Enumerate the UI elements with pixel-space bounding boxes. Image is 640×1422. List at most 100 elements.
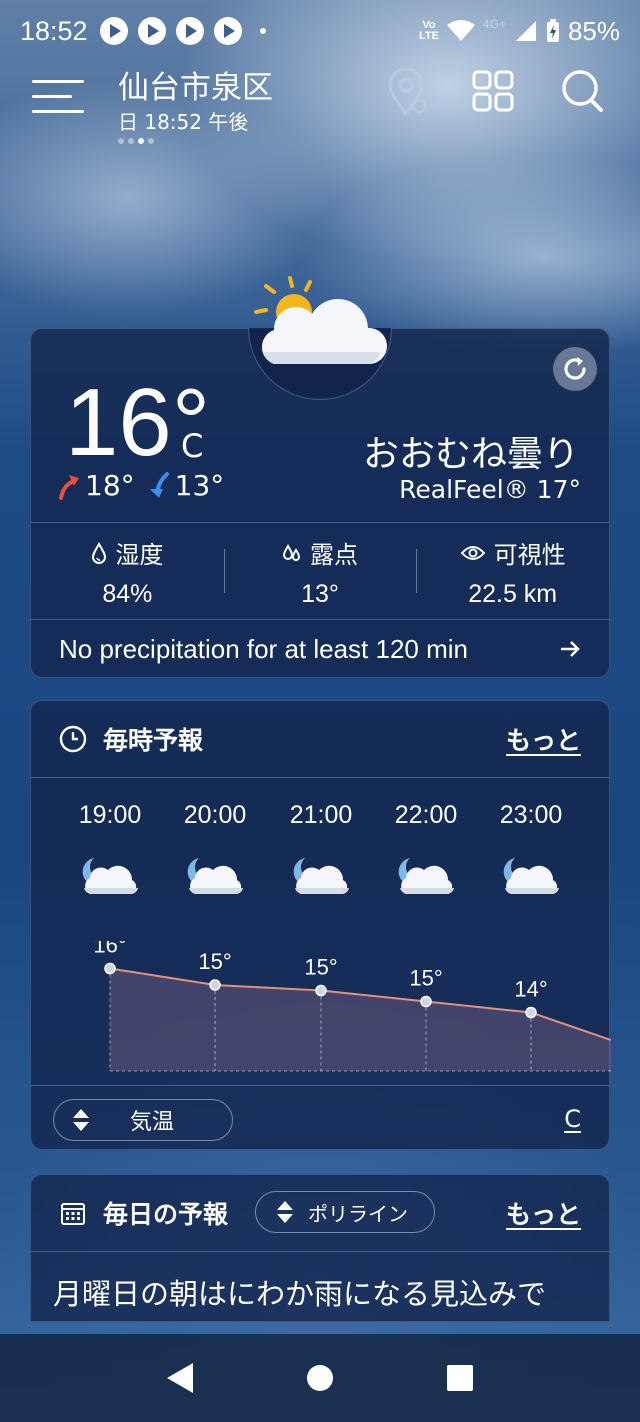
metric-value: 84% <box>102 580 153 608</box>
temperature-point <box>209 979 221 991</box>
night-cloudy-icon <box>503 858 559 894</box>
calendar-icon <box>61 1203 85 1225</box>
hour-column[interactable]: 21:00 <box>268 801 374 902</box>
play-notification-icon <box>213 17 242 45</box>
more-notifications-icon <box>259 28 266 34</box>
hour-time: 21:00 <box>289 801 353 829</box>
local-datetime: 日 18:52 午後 <box>118 110 249 134</box>
unit-toggle[interactable]: C <box>564 1105 581 1133</box>
refresh-icon <box>564 357 586 380</box>
hour-column[interactable]: 22:00 <box>373 801 479 902</box>
back-button[interactable] <box>167 1363 193 1393</box>
pager-dot-active <box>138 138 144 144</box>
metric-selector[interactable]: 気温 <box>53 1099 233 1141</box>
arrow-right-icon <box>561 641 580 657</box>
temperature-point <box>315 984 327 997</box>
temperature-label: 15° <box>409 966 442 991</box>
humidity-drop-icon <box>92 541 107 564</box>
signal-icon <box>515 21 536 41</box>
location-pager <box>118 138 154 144</box>
hour-time: 20:00 <box>183 801 247 829</box>
recents-button[interactable] <box>447 1365 473 1391</box>
widgets-button[interactable] <box>472 70 514 116</box>
location-pin-icon <box>388 67 426 117</box>
location-name[interactable]: 仙台市泉区 <box>118 62 273 107</box>
pager-dot <box>148 138 154 144</box>
daily-view-selector[interactable]: ポリライン <box>255 1191 435 1233</box>
status-bar: 18:52 Vo LTE 4G+ 85% <box>0 0 640 62</box>
sort-arrows-icon <box>73 1109 89 1131</box>
play-notification-icon <box>99 17 128 45</box>
menu-icon <box>32 80 84 83</box>
night-cloudy-icon <box>187 858 243 894</box>
wifi-icon <box>446 20 475 41</box>
battery-charging-icon <box>546 19 559 42</box>
hour-time: 19:00 <box>78 801 142 829</box>
status-time: 18:52 <box>20 15 88 46</box>
pager-dot <box>118 138 124 144</box>
realfeel-temperature: RealFeel® 17° <box>399 475 581 504</box>
temperature-unit: C <box>181 427 204 465</box>
metric-selector-label: 気温 <box>130 1110 175 1135</box>
condition-text: おおむね曇り <box>362 434 579 475</box>
refresh-button[interactable] <box>553 347 597 391</box>
daily-summary: 月曜日の朝はにわか雨になる見込みで <box>53 1277 547 1311</box>
night-cloudy-icon <box>293 858 349 894</box>
night-cloudy-icon <box>398 858 454 894</box>
partly-cloudy-icon <box>254 276 388 364</box>
metric-value: 13° <box>301 580 339 608</box>
app-header: 仙台市泉区 日 18:52 午後 <box>0 62 640 152</box>
high-arrow-icon <box>59 474 79 500</box>
night-cloudy-icon <box>82 858 138 894</box>
precipitation-text: No precipitation for at least 120 min <box>59 633 468 664</box>
temperature-label: 15° <box>304 955 337 980</box>
temperature-point <box>525 1006 537 1019</box>
status-indicators: Vo LTE 4G+ 85% <box>419 16 620 47</box>
precipitation-banner[interactable]: No precipitation for at least 120 min <box>31 620 609 678</box>
system-nav-bar <box>0 1334 640 1422</box>
notification-icons <box>99 17 266 45</box>
high-low: 18° 13° <box>57 469 224 502</box>
hour-column[interactable]: 20:00 <box>162 801 268 902</box>
metric-humidity: 湿度 84% <box>31 523 224 619</box>
daily-forecast-card: 毎日の予報 もっと ポリライン 月曜日の朝はにわか雨になる見込みで <box>30 1174 610 1322</box>
divider <box>31 777 609 778</box>
high-temperature: 18° <box>85 469 135 502</box>
metric-label: 可視性 <box>493 541 566 569</box>
metric-dew-point: 露点 13° <box>223 523 417 619</box>
divider <box>31 1251 609 1252</box>
volte-icon: Vo LTE <box>418 19 439 42</box>
search-icon <box>562 70 603 112</box>
sort-arrows-icon <box>277 1201 293 1223</box>
hourly-more-link[interactable]: もっと <box>506 721 581 757</box>
play-notification-icon <box>175 17 204 45</box>
play-notification-icon <box>137 17 166 45</box>
hour-time: 22:00 <box>394 801 458 829</box>
dew-point-icon <box>282 543 301 561</box>
temperature-point <box>104 962 116 975</box>
grid-icon <box>472 70 514 112</box>
low-arrow-icon <box>149 471 169 498</box>
search-button[interactable] <box>560 68 604 118</box>
hourly-forecast-card: 毎時予報 もっと 19:00 20:00 21:00 22:00 23:00 16° 15… <box>30 700 611 1151</box>
hour-time: 23:00 <box>499 801 563 829</box>
eye-icon <box>460 545 486 560</box>
temperature-label: 15° <box>198 949 231 974</box>
hour-column[interactable]: 19:00 <box>57 801 163 902</box>
menu-button[interactable] <box>32 76 84 116</box>
hourly-footer: 気温 C <box>31 1085 609 1151</box>
metric-value: 22.5 km <box>468 580 558 608</box>
hour-column[interactable]: 23:00 <box>478 801 584 902</box>
daily-more-link[interactable]: もっと <box>506 1195 581 1231</box>
low-temperature: 13° <box>174 469 225 502</box>
hourly-header: 毎時予報 もっと <box>31 701 609 777</box>
home-button[interactable] <box>307 1365 333 1391</box>
metric-label: 露点 <box>310 541 358 569</box>
hourly-title: 毎時予報 <box>103 726 204 755</box>
metrics-row: 湿度 84% 露点 13° 可視性 22.5 km <box>31 523 609 619</box>
daily-title: 毎日の予報 <box>103 1200 229 1229</box>
menu-icon-line <box>32 95 72 98</box>
network-type: 4G+ <box>482 17 506 31</box>
location-button[interactable] <box>386 67 426 122</box>
daily-view-label: ポリライン <box>308 1201 408 1226</box>
